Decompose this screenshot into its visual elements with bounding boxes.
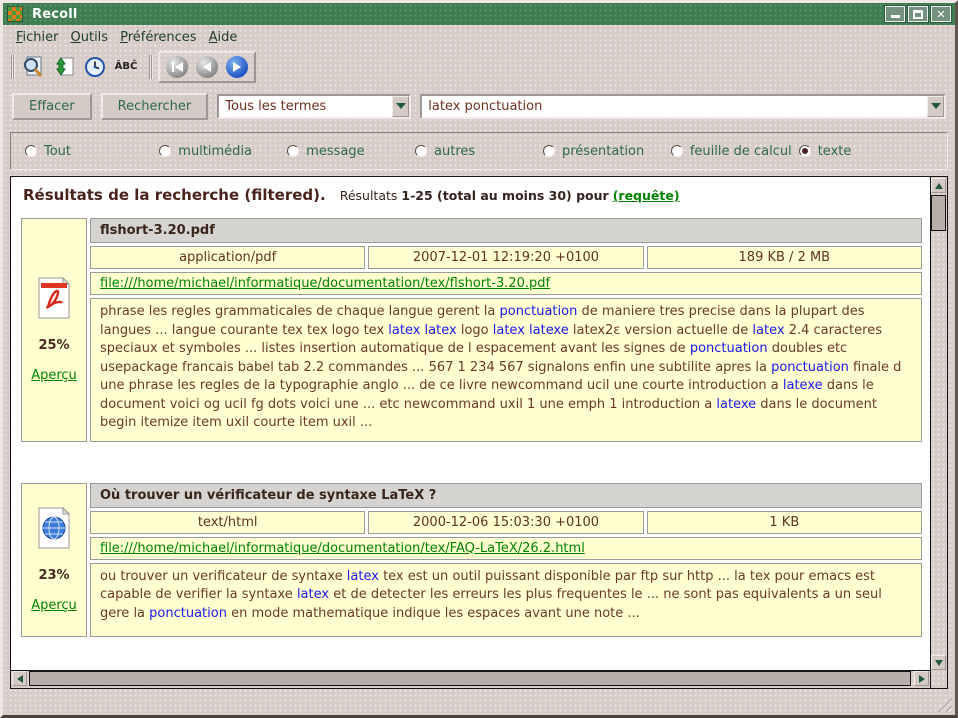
resize-grip-icon[interactable] (936, 696, 952, 712)
scroll-left-icon[interactable] (12, 671, 27, 686)
result-item-1: 25% Aperçu flshort-3.20.pdf application/… (21, 218, 922, 442)
result-2-side-panel: 23% Aperçu (21, 483, 87, 637)
advanced-search-icon[interactable] (20, 54, 46, 80)
radio-icon[interactable] (25, 145, 37, 157)
query-history-dropdown-icon[interactable] (927, 96, 944, 117)
result-title: Où trouver un vérificateur de syntaxe La… (90, 483, 922, 508)
search-mode-select[interactable]: Tous les termes (217, 94, 411, 119)
sort-parameters-icon[interactable] (51, 54, 77, 80)
filter-option-message[interactable]: message (287, 144, 415, 159)
scrollbar-corner (931, 671, 947, 688)
filter-option-texte[interactable]: texte (799, 144, 933, 159)
filter-option-tout[interactable]: Tout (25, 144, 159, 159)
radio-icon[interactable] (671, 145, 683, 157)
html-file-icon[interactable] (36, 507, 72, 553)
minimize-icon (891, 10, 900, 18)
result-mime-type: application/pdf (90, 246, 365, 269)
document-history-icon[interactable] (82, 54, 108, 80)
menu-outils[interactable]: Outils (65, 28, 115, 47)
recoll-window: Recoll ✕ Fichier Outils Préférences Aide (0, 0, 958, 718)
result-title: flshort-3.20.pdf (90, 218, 922, 243)
recoll-app-icon (7, 6, 23, 22)
scroll-up-icon[interactable] (931, 178, 946, 193)
result-1-details: flshort-3.20.pdf application/pdf 2007-12… (90, 218, 922, 442)
result-item-2: 23% Aperçu Où trouver un vérificateur de… (21, 483, 922, 637)
result-snippet: ou trouver un verificateur de syntaxe la… (90, 563, 922, 637)
menu-preferences[interactable]: Préférences (114, 28, 202, 47)
result-date: 2000-12-06 15:03:30 +0100 (368, 511, 643, 534)
pdf-file-icon[interactable] (36, 277, 72, 323)
filter-option-feuille-de-calcul[interactable]: feuille de calcul (671, 144, 799, 159)
radio-icon[interactable] (287, 145, 299, 157)
term-explorer-icon[interactable]: ÂBĈ (113, 54, 139, 80)
minimize-button[interactable] (885, 6, 905, 22)
results-count: 1-25 (total au moins 30) pour (401, 188, 608, 203)
search-bar: Effacer Rechercher Tous les termes (3, 87, 955, 125)
vertical-scrollbar-thumb[interactable] (931, 195, 946, 231)
first-page-icon[interactable] (164, 54, 190, 80)
result-1-side-panel: 25% Aperçu (21, 218, 87, 442)
radio-icon[interactable] (415, 145, 427, 157)
results-area: Résultats de la recherche (filtered). Rés… (10, 176, 948, 689)
toolbar-handle[interactable] (11, 55, 15, 79)
chevron-down-icon[interactable] (392, 96, 409, 117)
filter-option-presentation[interactable]: présentation (543, 144, 671, 159)
horizontal-scrollbar-thumb[interactable] (29, 671, 911, 686)
result-mime-type: text/html (90, 511, 365, 534)
result-size: 189 KB / 2 MB (647, 246, 922, 269)
close-button[interactable]: ✕ (931, 6, 951, 22)
search-mode-value: Tous les termes (219, 99, 392, 114)
window-title: Recoll (32, 7, 78, 22)
search-input[interactable] (422, 96, 927, 117)
search-button[interactable]: Rechercher (101, 93, 209, 120)
radio-icon[interactable] (543, 145, 555, 157)
next-page-icon[interactable] (224, 54, 250, 80)
filter-option-multimedia[interactable]: multimédia (159, 144, 287, 159)
relevance-percent: 23% (38, 568, 69, 583)
toolbar: ÂBĈ (3, 50, 955, 83)
results-list-pane: Résultats de la recherche (filtered). Rés… (11, 177, 931, 671)
preview-link[interactable]: Aperçu (31, 368, 77, 383)
result-date: 2007-12-01 12:19:20 +0100 (368, 246, 643, 269)
clear-button[interactable]: Effacer (12, 93, 92, 120)
results-list: 25% Aperçu flshort-3.20.pdf application/… (11, 218, 930, 637)
query-details-link[interactable]: (requête) (613, 188, 680, 203)
scroll-right-icon[interactable] (914, 671, 929, 686)
vertical-scrollbar[interactable] (931, 177, 947, 671)
result-url-link[interactable]: file:///home/michael/informatique/docume… (100, 541, 585, 556)
maximize-icon (913, 10, 923, 19)
menubar: Fichier Outils Préférences Aide (3, 25, 955, 50)
result-size: 1 KB (647, 511, 922, 534)
preview-link[interactable]: Aperçu (31, 598, 77, 613)
query-combo[interactable] (420, 94, 946, 119)
results-title: Résultats de la recherche (filtered). (23, 186, 326, 204)
previous-page-icon[interactable] (194, 54, 220, 80)
filter-option-autres[interactable]: autres (415, 144, 543, 159)
status-bar (3, 689, 955, 715)
maximize-button[interactable] (908, 6, 928, 22)
menu-fichier[interactable]: Fichier (10, 28, 65, 47)
close-icon: ✕ (936, 9, 945, 20)
radio-icon[interactable] (799, 145, 811, 157)
result-2-details: Où trouver un vérificateur de syntaxe La… (90, 483, 922, 637)
titlebar[interactable]: Recoll ✕ (3, 3, 955, 25)
results-count-prefix: Résultats (340, 188, 398, 203)
category-filter-group: Tout multimédia message autres présentat… (10, 132, 948, 170)
result-url-link[interactable]: file:///home/michael/informatique/docume… (100, 276, 550, 291)
results-heading: Résultats de la recherche (filtered). Rés… (11, 177, 930, 206)
menu-aide[interactable]: Aide (203, 28, 244, 47)
relevance-percent: 25% (38, 338, 69, 353)
horizontal-scrollbar[interactable] (11, 671, 931, 688)
radio-icon[interactable] (159, 145, 171, 157)
result-snippet: phrase les regles grammaticales de chaqu… (90, 298, 922, 442)
toolbar-handle-2[interactable] (149, 55, 153, 79)
scroll-down-icon[interactable] (931, 655, 946, 670)
